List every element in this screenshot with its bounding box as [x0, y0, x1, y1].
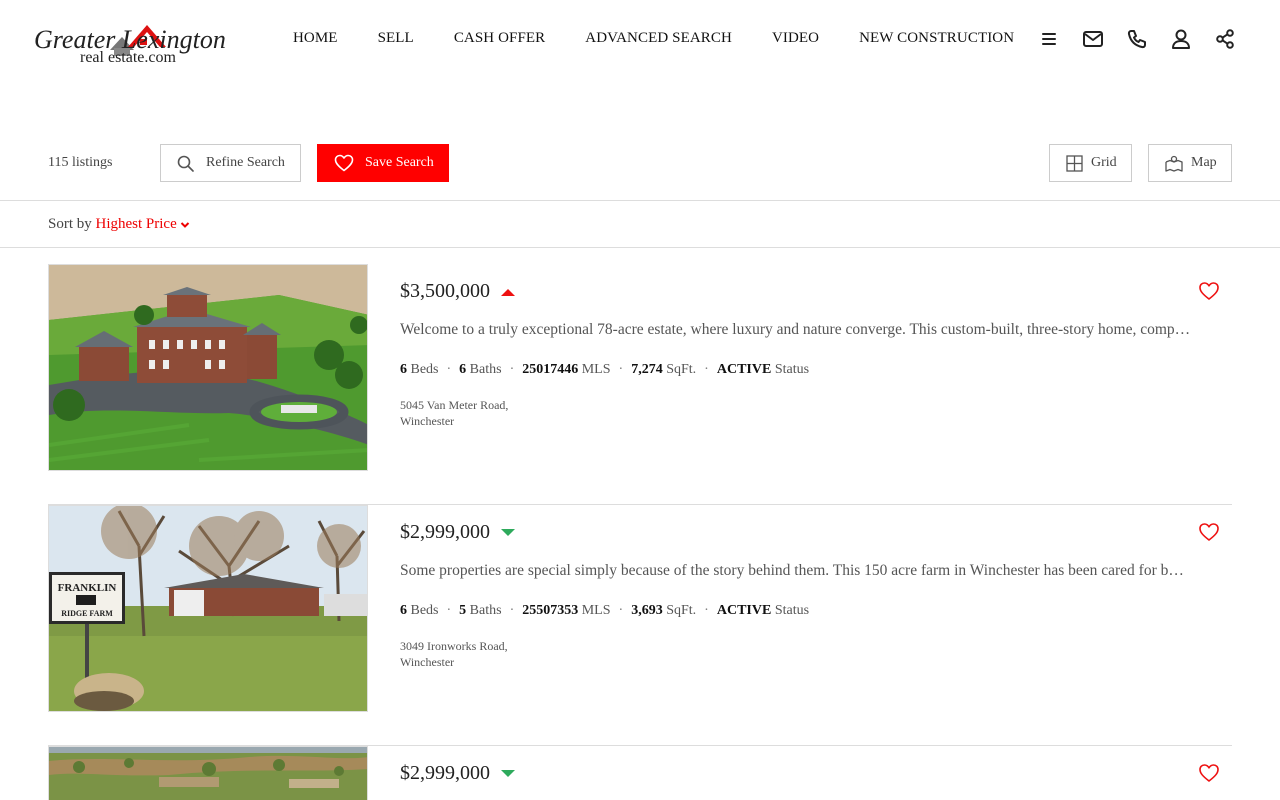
heart-icon	[334, 154, 354, 172]
sort-control: Sort by Highest Price	[48, 216, 190, 233]
map-icon	[1165, 155, 1183, 172]
mls-value: 25017446	[522, 362, 579, 377]
listing-card[interactable]: $3,500,000 Welcome to a truly exceptiona…	[48, 264, 1232, 505]
mls-label: MLS	[581, 362, 611, 377]
price-up-icon	[501, 288, 515, 296]
address-street: 5045 Van Meter Road,	[400, 398, 509, 412]
divider	[0, 247, 1280, 248]
listing-price[interactable]: $3,500,000	[400, 280, 516, 303]
baths-value: 6	[459, 362, 467, 377]
listing-photo[interactable]	[48, 264, 368, 471]
nav-new-construction[interactable]: NEW CONSTRUCTION	[859, 30, 1014, 47]
listing-count: 115 listings	[48, 155, 113, 170]
address-city: Winchester	[400, 414, 455, 428]
sort-prefix: Sort by	[48, 216, 92, 232]
grid-view-button[interactable]: Grid	[1049, 144, 1132, 182]
listing-address[interactable]: 5045 Van Meter Road, Winchester	[400, 397, 508, 429]
results-toolbar: 115 listings Refine Search Save Search G…	[0, 144, 1280, 184]
listing-price[interactable]: $2,999,000	[400, 521, 516, 544]
listing-price[interactable]: $2,999,000	[400, 762, 516, 785]
sqft-value: 7,274	[631, 362, 663, 377]
sqft-label: SqFt.	[666, 603, 697, 618]
grid-icon	[1066, 154, 1083, 172]
price-value: $3,500,000	[400, 280, 490, 302]
grid-view-label: Grid	[1091, 155, 1117, 170]
sort-select[interactable]: Highest Price	[96, 216, 190, 232]
sign-text-bottom: RIDGE FARM	[61, 609, 113, 618]
address-street: 3049 Ironworks Road,	[400, 639, 508, 653]
user-icon[interactable]	[1170, 28, 1192, 50]
listing-card[interactable]: FRANKLIN RIDGE FARM $2,999,000 Some prop…	[48, 505, 1232, 746]
address-city: Winchester	[400, 655, 455, 669]
listing-facts: 6 Beds · 5 Baths · 25507353 MLS · 3,693 SqFt. ·…	[400, 603, 810, 618]
listing-card[interactable]: $2,999,000	[48, 746, 1232, 800]
chevron-down-icon	[180, 221, 189, 228]
map-view-label: Map	[1191, 155, 1217, 170]
save-search-label: Save Search	[365, 155, 434, 170]
site-logo[interactable]: Greater Lexington real estate.com	[32, 20, 252, 66]
baths-label: Baths	[469, 362, 502, 377]
divider	[0, 200, 1280, 201]
beds-label: Beds	[410, 603, 439, 618]
refine-search-label: Refine Search	[206, 155, 285, 170]
logo-graphic: Greater Lexington real estate.com	[34, 25, 226, 66]
status-label: Status	[774, 362, 810, 377]
nav-sell[interactable]: SELL	[378, 30, 414, 47]
listing-description: Some properties are special simply becau…	[400, 562, 1184, 579]
mls-value: 25507353	[522, 603, 579, 618]
listing-photo-image: FRANKLIN RIDGE FARM	[49, 506, 367, 711]
header-icons	[1038, 28, 1236, 50]
share-icon[interactable]	[1214, 28, 1236, 50]
listing-photo-image	[49, 265, 367, 470]
beds-value: 6	[400, 603, 407, 618]
nav-home[interactable]: HOME	[293, 30, 338, 47]
price-down-icon	[501, 528, 515, 536]
price-value: $2,999,000	[400, 762, 490, 784]
search-icon	[177, 155, 194, 172]
status-label: Status	[774, 603, 810, 618]
price-down-icon	[501, 769, 515, 777]
price-value: $2,999,000	[400, 521, 490, 543]
map-view-button[interactable]: Map	[1148, 144, 1232, 182]
listing-facts: 6 Beds · 6 Baths · 25017446 MLS · 7,274 SqFt. ·…	[400, 362, 810, 377]
mls-label: MLS	[581, 603, 611, 618]
logo-text-realestate: real estate.com	[80, 49, 177, 66]
favorite-heart-icon[interactable]	[1198, 521, 1220, 543]
baths-label: Baths	[469, 603, 502, 618]
listing-photo[interactable]: FRANKLIN RIDGE FARM	[48, 505, 368, 712]
nav-advanced-search[interactable]: ADVANCED SEARCH	[585, 30, 732, 47]
refine-search-button[interactable]: Refine Search	[160, 144, 301, 182]
sort-value: Highest Price	[95, 216, 177, 232]
site-header: Greater Lexington real estate.com HOME S…	[0, 0, 1280, 80]
listing-address[interactable]: 3049 Ironworks Road, Winchester	[400, 638, 508, 670]
listing-description: Welcome to a truly exceptional 78-acre e…	[400, 321, 1191, 338]
sqft-value: 3,693	[631, 603, 663, 618]
nav-cash-offer[interactable]: CASH OFFER	[454, 30, 545, 47]
nav-video[interactable]: VIDEO	[772, 30, 819, 47]
sign-text-top: FRANKLIN	[58, 582, 117, 594]
status-value: ACTIVE	[716, 362, 772, 377]
beds-label: Beds	[410, 362, 439, 377]
beds-value: 6	[400, 362, 407, 377]
baths-value: 5	[459, 603, 467, 618]
listing-photo[interactable]	[48, 746, 368, 800]
favorite-heart-icon[interactable]	[1198, 280, 1220, 302]
listing-photo-image	[49, 747, 367, 800]
menu-icon[interactable]	[1038, 28, 1060, 50]
main-nav: HOME SELL CASH OFFER ADVANCED SEARCH VID…	[293, 30, 1014, 47]
sqft-label: SqFt.	[666, 362, 697, 377]
favorite-heart-icon[interactable]	[1198, 762, 1220, 784]
phone-icon[interactable]	[1126, 28, 1148, 50]
status-value: ACTIVE	[716, 603, 772, 618]
save-search-button[interactable]: Save Search	[317, 144, 449, 182]
mail-icon[interactable]	[1082, 28, 1104, 50]
